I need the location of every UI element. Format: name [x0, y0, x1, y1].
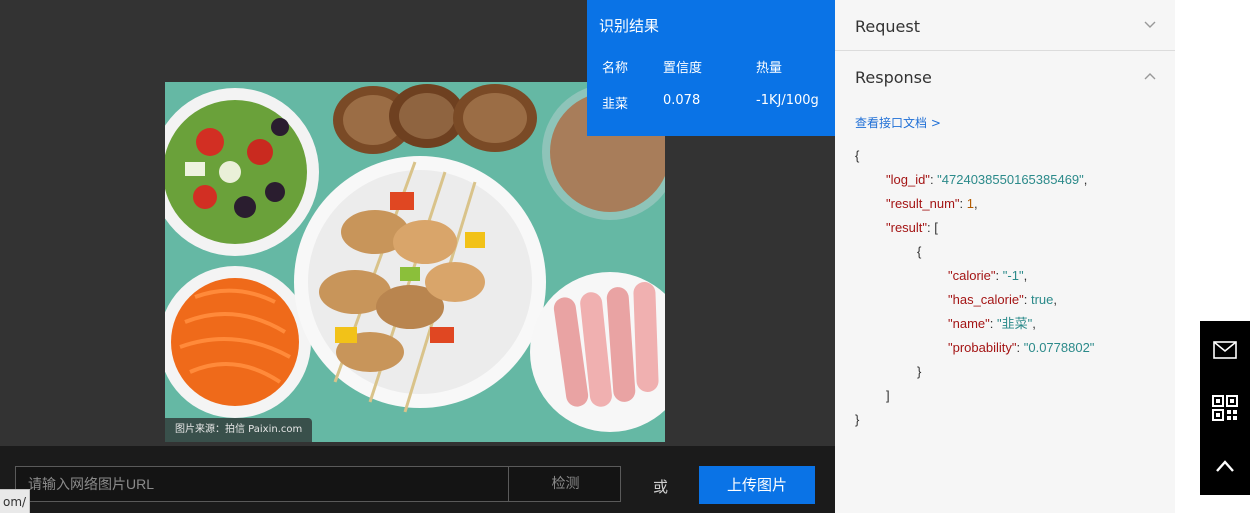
- json-line: "calorie": "-1",: [948, 268, 1028, 283]
- image-url-input[interactable]: [16, 467, 506, 501]
- floating-toolbar: [1200, 321, 1250, 495]
- mail-button[interactable]: [1200, 321, 1250, 379]
- json-line: "probability": "0.0778802": [948, 340, 1095, 355]
- json-line: "result": [: [886, 220, 938, 235]
- mail-icon: [1213, 341, 1237, 359]
- food-photo: 图片来源：拍信 Paixin.com: [165, 82, 665, 442]
- chevron-up-icon: [1144, 73, 1156, 80]
- status-bar-url: om/: [0, 489, 31, 513]
- result-confidence: 0.078: [663, 93, 701, 108]
- input-bar: 检测 或 上传图片: [0, 446, 835, 513]
- food-photo-image: [165, 82, 665, 442]
- json-line: }: [855, 412, 860, 427]
- request-label: Request: [855, 17, 920, 36]
- qr-code-icon: [1212, 395, 1238, 421]
- json-line: ]: [886, 388, 890, 403]
- upload-image-button[interactable]: 上传图片: [699, 466, 815, 504]
- json-line: "result_num": 1,: [886, 196, 978, 211]
- image-stage: 图片来源：拍信 Paixin.com 识别结果 名称 置信度 热量 韭菜 0.0…: [0, 0, 835, 513]
- json-line: {: [855, 148, 860, 163]
- or-text: 或: [653, 478, 669, 496]
- header-calorie: 热量: [756, 61, 783, 76]
- json-line: {: [917, 244, 922, 259]
- recognition-result-panel: 识别结果 名称 置信度 热量 韭菜 0.078 -1KJ/100g: [587, 0, 835, 136]
- result-name: 韭菜: [602, 97, 629, 112]
- result-title: 识别结果: [599, 17, 660, 35]
- chevron-down-icon: [1144, 21, 1156, 28]
- header-confidence: 置信度: [663, 61, 703, 76]
- api-panel: Request Response 查看接口文档 > { "log_id": "4…: [835, 0, 1175, 513]
- response-label: Response: [855, 68, 932, 87]
- chevron-up-icon: [1216, 460, 1234, 472]
- json-line: "has_calorie": true,: [948, 292, 1057, 307]
- detect-button[interactable]: 检测: [508, 467, 622, 501]
- result-calorie: -1KJ/100g: [756, 93, 819, 108]
- json-line: }: [917, 364, 922, 379]
- qr-code-button[interactable]: [1200, 379, 1250, 437]
- image-credit: 图片来源：拍信 Paixin.com: [165, 418, 313, 442]
- request-accordion[interactable]: Request: [835, 0, 1175, 51]
- url-input-group: 检测: [15, 466, 621, 502]
- api-doc-link[interactable]: 查看接口文档 >: [855, 114, 941, 131]
- header-name: 名称: [602, 61, 629, 76]
- back-to-top-button[interactable]: [1200, 437, 1250, 495]
- json-line: "name": "韭菜",: [948, 316, 1036, 331]
- json-line: "log_id": "4724038550165385469",: [886, 172, 1088, 187]
- response-accordion[interactable]: Response: [835, 51, 1175, 101]
